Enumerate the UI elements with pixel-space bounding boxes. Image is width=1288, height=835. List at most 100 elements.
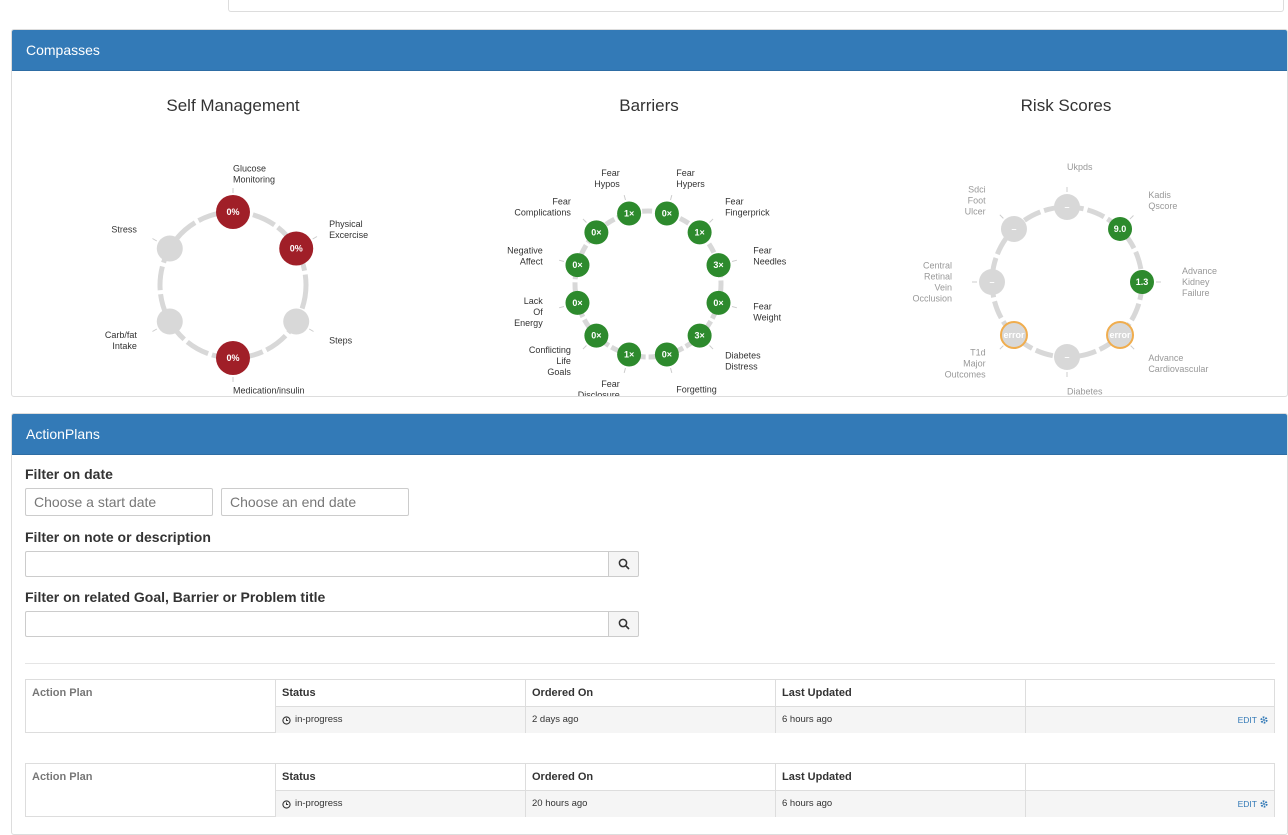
compass-node-label: Fear Fingerprick	[725, 196, 770, 217]
start-date-input[interactable]	[25, 488, 213, 516]
compass-node[interactable]: Steps	[283, 308, 353, 346]
compass-node-value: –	[1011, 224, 1016, 234]
action-plan-card: Action Plan Status Ordered On Last Updat…	[25, 679, 1275, 733]
compass-node-label: Fear Needles	[753, 245, 787, 266]
header-status: Status	[276, 764, 526, 790]
gear-icon	[1260, 800, 1268, 808]
status-cell: in-progress	[276, 707, 526, 733]
compass-node-value: 3×	[694, 331, 704, 341]
ordered-on-cell: 20 hours ago	[526, 791, 776, 817]
compass-node-value: –	[1064, 202, 1069, 212]
label-connector	[582, 345, 587, 350]
compass-node[interactable]: 0% Medication/insulinAdherence	[216, 341, 305, 396]
header-actions	[1026, 680, 1274, 706]
label-connector	[623, 195, 626, 201]
compass-node-value: 3×	[713, 260, 723, 270]
compass-node-value: 0%	[226, 353, 239, 363]
compass-node-label: Diabetes Distress	[725, 351, 761, 372]
label-connector	[152, 238, 158, 242]
compass-node-label: Conflicting Life Goals	[529, 345, 572, 377]
compass-node[interactable]: 0× Fear Complications	[514, 196, 609, 245]
compass-node[interactable]: 0× Fear Weight	[706, 290, 782, 323]
compass-node[interactable]: 0× Forgetting	[654, 342, 717, 395]
compass-node-value: 0×	[572, 260, 582, 270]
header-ordered-on: Ordered On	[526, 680, 776, 706]
top-card-edge	[228, 0, 1284, 12]
compass-node-label: Glucose Monitoring	[233, 164, 275, 185]
compass-node[interactable]: Carb/fat Intake	[105, 308, 183, 352]
compass-node[interactable]: 0× Lack Of Energy	[514, 290, 590, 328]
compass-node-label: Fear Weight	[753, 302, 781, 323]
compass-node-value: 0%	[290, 244, 303, 254]
edit-label: EDIT	[1237, 715, 1257, 725]
compass-node[interactable]: 0× Fear Hypers	[654, 168, 705, 226]
last-updated-cell: 6 hours ago	[776, 791, 1026, 817]
compass-node-value: 0×	[591, 227, 601, 237]
compass-node[interactable]: 1× Fear Hypos	[594, 168, 642, 226]
compass-node[interactable]: – Ukpds	[1054, 162, 1093, 220]
compasses-chart-area: Self Management 0% Glucose Monitoring 0% Phy…	[105, 96, 1217, 396]
status-text: in-progress	[295, 714, 343, 725]
compass-node[interactable]: – Sdci Foot Ulcer	[965, 185, 1027, 242]
status-text: in-progress	[295, 798, 343, 809]
compass-node-value: –	[1064, 352, 1069, 362]
compass-node[interactable]: error Advance Cardiovascular	[1106, 321, 1208, 374]
label-connector	[709, 345, 714, 350]
compass-barriers: Barriers 1× Fear Hypos 0× Fear Hypers 1× Fear Fi…	[507, 96, 787, 396]
search-icon	[618, 618, 630, 630]
compass-node-label: Stress	[111, 225, 137, 235]
compass-node-label: Fear Hypers	[676, 168, 705, 189]
compass-node-label: Fear Hypos	[594, 168, 620, 189]
filter-date-label: Filter on date	[25, 466, 113, 482]
label-connector	[152, 328, 158, 332]
note-search-input[interactable]	[25, 551, 609, 577]
compass-node[interactable]: 3× Diabetes Distress	[687, 323, 761, 372]
compass-node[interactable]: error T1d Major Outcomes	[945, 321, 1028, 379]
action-plan-title: Action Plan	[26, 764, 276, 816]
compass-node[interactable]: 1× Fear Fingerprick	[687, 196, 770, 245]
compass-node-value: 1×	[694, 227, 704, 237]
label-connector	[1129, 215, 1134, 220]
compasses-panel: Compasses Self Management 0% Glucose Monit…	[11, 29, 1288, 397]
label-connector	[582, 218, 587, 223]
edit-button[interactable]: EDIT	[1238, 707, 1268, 733]
label-connector	[670, 195, 673, 201]
label-connector	[308, 328, 314, 332]
compass-title-self-management: Self Management	[166, 96, 300, 115]
label-connector	[709, 218, 714, 223]
compass-title-risk-scores: Risk Scores	[1021, 96, 1112, 115]
edit-button[interactable]: EDIT	[1238, 791, 1268, 817]
compass-node[interactable]: 0% Physical Excercise	[279, 219, 368, 266]
compass-risk-scores: Risk Scores – Ukpds 9.0 Kadis Qscore 1.3 Advan…	[912, 96, 1217, 396]
actionplans-panel-title: ActionPlans	[12, 414, 1287, 455]
compass-node[interactable]: Stress	[111, 225, 183, 262]
note-search-button[interactable]	[608, 551, 639, 577]
compass-node-value: 1×	[624, 208, 634, 218]
compass-node[interactable]: 3× Fear Needles	[706, 245, 787, 278]
compass-node[interactable]: 0× Negative Affect	[507, 245, 590, 278]
compass-node[interactable]: 1.3 Advance Kidney Failure	[1130, 266, 1217, 298]
status-cell: in-progress	[276, 791, 526, 817]
related-search-input[interactable]	[25, 611, 609, 637]
compass-node-label: Advance Cardiovascular	[1148, 353, 1208, 374]
compass-node-label: Fear Disclosure	[578, 379, 620, 396]
compass-node-label: Negative Affect	[507, 245, 543, 266]
compass-node-circle	[156, 308, 183, 335]
compass-node[interactable]: 0× Conflicting Life Goals	[529, 323, 609, 377]
related-search-button[interactable]	[608, 611, 639, 637]
header-actions	[1026, 764, 1274, 790]
label-connector	[999, 345, 1004, 350]
compass-ring	[157, 209, 309, 361]
label-connector	[312, 236, 318, 240]
compass-node-label: Sdci Foot Ulcer	[965, 185, 987, 217]
compass-node-label: Ukpds	[1067, 162, 1093, 172]
end-date-input[interactable]	[221, 488, 409, 516]
clock-icon	[282, 799, 291, 809]
header-ordered-on: Ordered On	[526, 764, 776, 790]
filter-note-label: Filter on note or description	[25, 529, 211, 545]
action-plan-header-row: Status Ordered On Last Updated	[276, 680, 1274, 707]
compass-node[interactable]: 1× Fear Disclosure	[578, 342, 642, 396]
compass-node-label: Advance Kidney Failure	[1182, 266, 1217, 298]
compass-node[interactable]: 9.0 Kadis Qscore	[1108, 190, 1177, 241]
label-connector	[559, 259, 565, 262]
